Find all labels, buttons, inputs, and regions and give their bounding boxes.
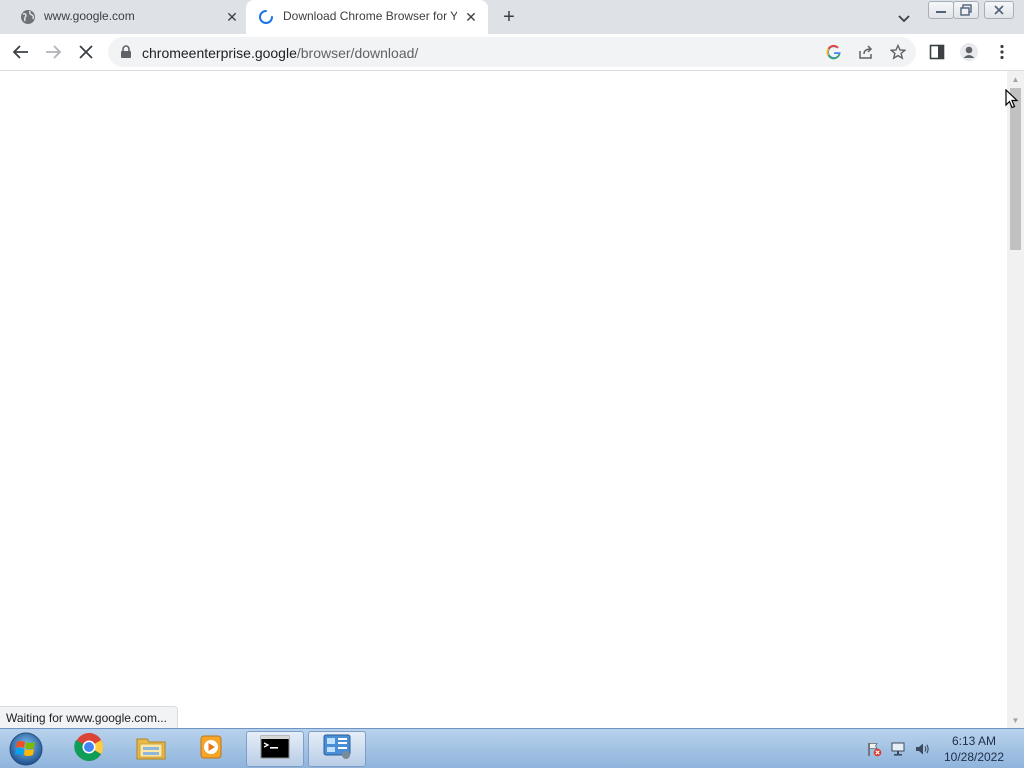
google-lens-icon[interactable] bbox=[822, 40, 846, 64]
star-bookmark-icon[interactable] bbox=[886, 40, 910, 64]
new-tab-button[interactable]: + bbox=[498, 6, 520, 28]
taskbar-media-player-button[interactable] bbox=[182, 731, 240, 767]
system-tray: 6:13 AM 10/28/2022 bbox=[862, 729, 1024, 769]
page-content[interactable] bbox=[0, 71, 1007, 728]
restore-button[interactable] bbox=[953, 1, 979, 19]
taskbar-explorer-button[interactable] bbox=[122, 731, 180, 767]
loading-spinner-icon bbox=[258, 9, 274, 25]
status-bubble: Waiting for www.google.com... bbox=[0, 706, 178, 729]
kebab-menu-icon[interactable] bbox=[990, 40, 1014, 64]
globe-icon bbox=[20, 9, 36, 25]
scroll-up-icon[interactable]: ▲ bbox=[1007, 71, 1024, 87]
tab-title: www.google.com bbox=[44, 9, 135, 23]
tab-title: Download Chrome Browser for Y bbox=[283, 9, 457, 23]
share-icon[interactable] bbox=[854, 40, 878, 64]
tab-google[interactable]: www.google.com ✕ bbox=[0, 0, 246, 34]
clock-date: 10/28/2022 bbox=[943, 750, 1005, 764]
profile-avatar-icon[interactable] bbox=[957, 40, 981, 64]
tab-search-chevron-icon[interactable] bbox=[894, 8, 914, 28]
forward-arrow-icon[interactable] bbox=[41, 40, 65, 64]
start-button[interactable] bbox=[6, 730, 46, 768]
close-window-button[interactable] bbox=[984, 1, 1014, 19]
file-explorer-icon bbox=[135, 733, 167, 766]
lock-icon[interactable] bbox=[120, 45, 132, 59]
mouse-cursor-icon bbox=[1005, 88, 1019, 109]
taskbar-cmd-button[interactable] bbox=[246, 731, 304, 767]
clock[interactable]: 6:13 AM 10/28/2022 bbox=[934, 733, 1014, 765]
url-text[interactable]: chromeenterprise.google/browser/download… bbox=[142, 45, 418, 61]
media-player-icon bbox=[197, 733, 225, 766]
taskbar-control-panel-button[interactable] bbox=[308, 731, 366, 767]
command-prompt-icon bbox=[260, 735, 290, 764]
volume-speaker-icon[interactable] bbox=[914, 741, 930, 757]
taskbar-chrome-button[interactable] bbox=[60, 731, 118, 767]
chrome-icon bbox=[74, 732, 104, 767]
taskbar: 6:13 AM 10/28/2022 bbox=[0, 728, 1024, 768]
stop-loading-icon[interactable] bbox=[74, 40, 98, 64]
browser-toolbar: chromeenterprise.google/browser/download… bbox=[0, 34, 1024, 71]
tab-download-chrome[interactable]: Download Chrome Browser for Y ✕ bbox=[246, 0, 488, 34]
control-panel-icon bbox=[322, 733, 352, 766]
address-bar[interactable]: chromeenterprise.google/browser/download… bbox=[108, 37, 916, 67]
close-icon[interactable]: ✕ bbox=[462, 8, 480, 26]
minimize-button[interactable] bbox=[928, 1, 954, 19]
tab-strip: www.google.com ✕ Download Chrome Browser… bbox=[0, 0, 1024, 34]
back-arrow-icon[interactable] bbox=[9, 40, 33, 64]
action-center-flag-icon[interactable] bbox=[866, 741, 882, 757]
scroll-down-icon[interactable]: ▼ bbox=[1007, 712, 1024, 728]
scrollbar-thumb[interactable] bbox=[1010, 88, 1021, 250]
clock-time: 6:13 AM bbox=[951, 734, 997, 748]
url-path: /browser/download/ bbox=[296, 45, 419, 61]
close-icon[interactable]: ✕ bbox=[223, 8, 241, 26]
network-icon[interactable] bbox=[890, 741, 906, 757]
side-panel-icon[interactable] bbox=[925, 40, 949, 64]
url-host: chromeenterprise.google bbox=[142, 45, 297, 61]
